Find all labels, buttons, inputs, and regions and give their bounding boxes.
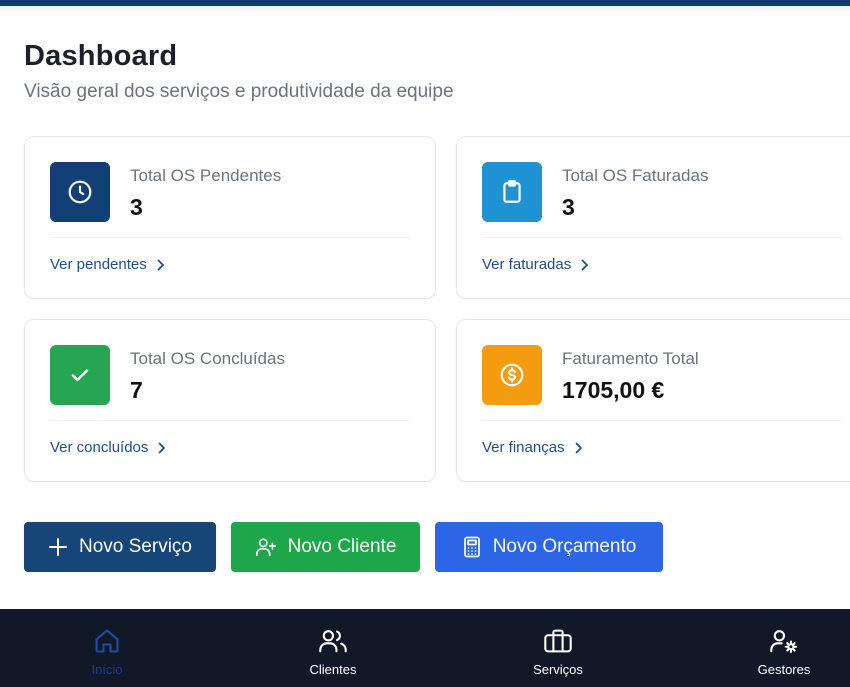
calculator-icon: [463, 536, 480, 558]
card-completed: Total OS Concluídas 7 Ver concluídos: [24, 319, 436, 482]
new-client-button[interactable]: Novo Cliente: [231, 522, 420, 572]
card-value: 3: [562, 194, 575, 220]
chevron-right-icon: [575, 442, 582, 453]
nav-label: Serviços: [533, 662, 583, 677]
card-label: Total OS Faturadas: [562, 166, 709, 185]
nav-item-managers[interactable]: Gestores: [719, 609, 849, 687]
check-icon: [50, 345, 110, 405]
clock-icon: [50, 162, 110, 222]
card-label: Total OS Pendentes: [130, 166, 282, 185]
header-shadow: [0, 6, 850, 12]
nav-item-services[interactable]: Serviços: [493, 609, 623, 687]
chevron-right-icon: [159, 442, 166, 453]
nav-label: Início: [91, 662, 123, 677]
nav-label: Gestores: [757, 662, 811, 677]
bottom-nav: Início Clientes Serviços Gestores: [0, 609, 850, 687]
briefcase-icon: [543, 626, 573, 656]
divider: [50, 237, 410, 238]
clipboard-icon: [482, 162, 542, 222]
divider: [482, 420, 842, 421]
users-icon: [318, 626, 348, 656]
chevron-right-icon: [581, 259, 589, 270]
card-invoiced: Total OS Faturadas 3 Ver faturadas: [456, 136, 850, 299]
plus-icon: [49, 538, 67, 556]
card-revenue: Faturamento Total 1705,00 € Ver finanças: [456, 319, 850, 482]
link-label: Ver concluídos: [50, 439, 149, 456]
dollar-circle-icon: [482, 345, 542, 405]
button-label: Novo Serviço: [79, 536, 192, 557]
new-quote-button[interactable]: Novo Orçamento: [435, 522, 663, 572]
view-finances-link[interactable]: Ver finanças: [482, 439, 583, 456]
divider: [482, 237, 842, 238]
view-completed-link[interactable]: Ver concluídos: [50, 439, 166, 456]
link-label: Ver pendentes: [50, 256, 147, 273]
card-pending: Total OS Pendentes 3 Ver pendentes: [24, 136, 436, 299]
link-label: Ver faturadas: [482, 256, 572, 273]
nav-label: Clientes: [309, 662, 357, 677]
page-subtitle: Visão geral dos serviços e produtividade…: [24, 81, 454, 102]
chevron-right-icon: [157, 259, 164, 270]
card-label: Faturamento Total: [562, 349, 699, 368]
card-value: 7: [130, 377, 143, 403]
nav-item-clients[interactable]: Clientes: [268, 609, 398, 687]
page-title: Dashboard: [24, 40, 178, 72]
home-icon: [93, 626, 121, 656]
view-pending-link[interactable]: Ver pendentes: [50, 256, 165, 273]
new-service-button[interactable]: Novo Serviço: [24, 522, 216, 572]
view-invoiced-link[interactable]: Ver faturadas: [482, 256, 589, 273]
nav-item-home[interactable]: Início: [42, 609, 172, 687]
card-label: Total OS Concluídas: [130, 349, 285, 368]
user-gear-icon: [769, 626, 799, 656]
button-label: Novo Orçamento: [492, 536, 637, 557]
link-label: Ver finanças: [482, 439, 565, 456]
user-plus-icon: [255, 538, 276, 557]
button-label: Novo Cliente: [287, 536, 397, 557]
card-value: 3: [130, 194, 143, 220]
card-value: 1705,00 €: [562, 377, 665, 403]
divider: [50, 420, 410, 421]
